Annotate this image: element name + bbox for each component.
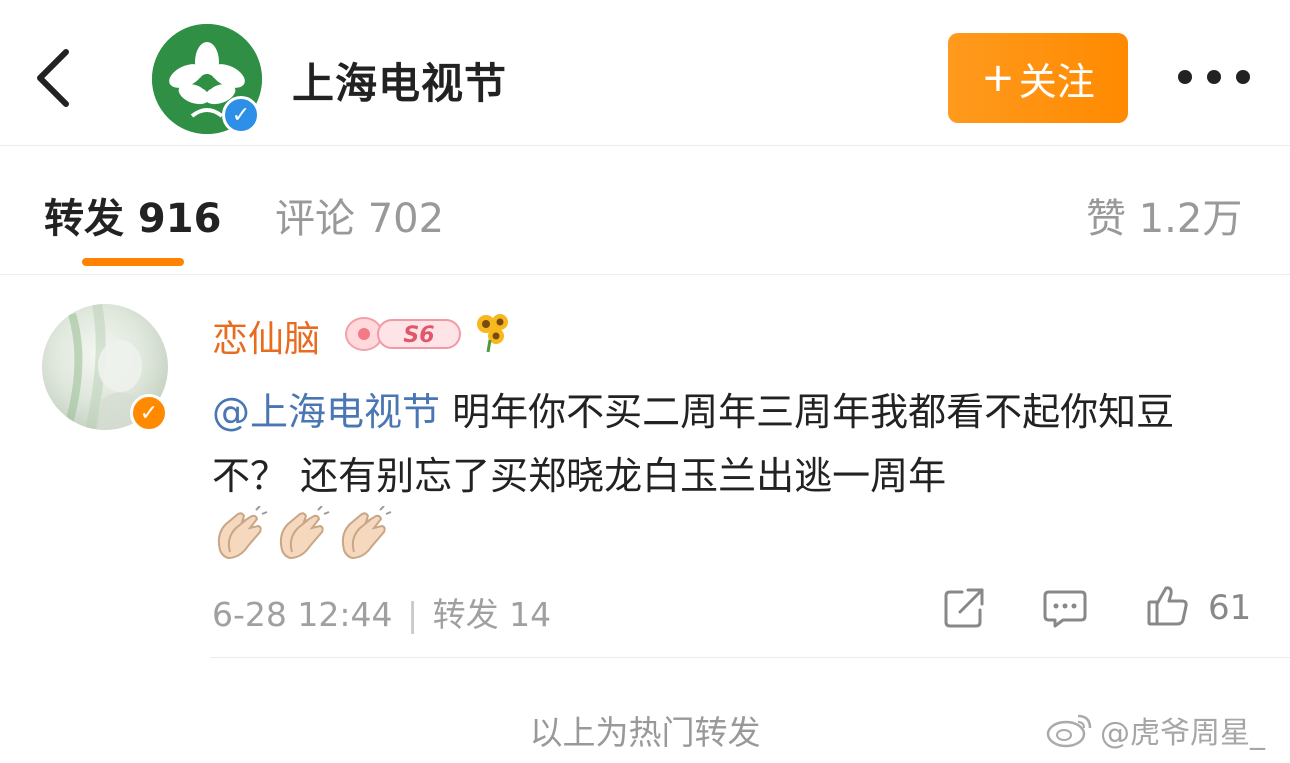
weibo-logo-icon	[1046, 714, 1092, 748]
comment-icon[interactable]	[1043, 586, 1087, 630]
clapping-hands-icon	[279, 506, 330, 560]
follow-label: 关注	[1018, 59, 1095, 104]
repost-count[interactable]: 转发 14	[433, 595, 551, 634]
mention-link[interactable]: @上海电视节	[212, 390, 440, 434]
tab-comment[interactable]: 评论 702	[275, 186, 444, 244]
share-icon[interactable]	[942, 586, 986, 630]
sunflower-icon	[474, 310, 512, 353]
meta-separator: |	[407, 595, 419, 634]
vip-badge-icon: S6	[344, 312, 464, 354]
back-arrow-icon[interactable]	[28, 44, 88, 112]
watermark-text: @虎爷周星_	[1100, 716, 1265, 751]
username[interactable]: 恋仙脑	[212, 310, 320, 362]
comment-time: 6-28 12:44	[212, 595, 393, 634]
like-count: 61	[1208, 588, 1252, 628]
comment-content: @上海电视节 明年你不买二周年三周年我都看不起你知豆不？ 还有别忘了买郑晓龙白玉…	[212, 380, 1232, 508]
thumbs-up-icon[interactable]	[1146, 584, 1190, 628]
more-dots-icon[interactable]	[1178, 64, 1250, 90]
plus-icon: +	[981, 55, 1015, 101]
comment-meta: 6-28 12:44 | 转发 14	[212, 588, 551, 636]
clapping-hands-icon	[217, 506, 268, 560]
divider	[210, 657, 1290, 658]
tab-bar: 转发 916 评论 702 赞 1.2万	[0, 146, 1290, 275]
top-bar: ✓ 上海电视节 + 关注	[0, 0, 1290, 146]
watermark: @虎爷周星_	[1046, 708, 1265, 752]
verified-badge-icon: ✓	[130, 394, 168, 432]
follow-button[interactable]: + 关注	[948, 33, 1128, 123]
active-tab-indicator	[82, 258, 184, 266]
vip-level: S6	[403, 323, 434, 348]
tab-like[interactable]: 赞 1.2万	[1086, 186, 1242, 244]
emoji-row	[212, 506, 392, 564]
account-name[interactable]: 上海电视节	[292, 50, 507, 111]
clapping-hands-icon	[341, 506, 392, 560]
tab-repost[interactable]: 转发 916	[44, 186, 221, 244]
verified-badge-icon: ✓	[222, 96, 260, 134]
